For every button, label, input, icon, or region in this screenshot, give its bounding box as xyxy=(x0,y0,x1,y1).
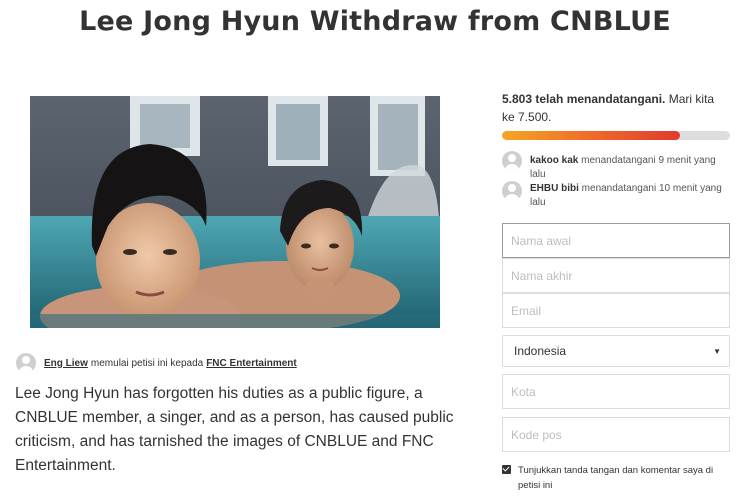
starter-name-link[interactable]: Eng Liew xyxy=(44,358,88,369)
country-select[interactable]: Indonesia ▼ xyxy=(502,335,730,367)
signature-count: 5.803 telah menandatangani. Mari kita ke… xyxy=(502,90,730,126)
email-input[interactable] xyxy=(502,293,730,328)
petition-starter: Eng Liew memulai petisi ini kepada FNC E… xyxy=(16,352,297,374)
user-avatar-icon xyxy=(502,151,522,171)
starter-text: memulai petisi ini kepada xyxy=(90,357,204,369)
signature-progress-fill xyxy=(502,131,680,140)
petition-description: Lee Jong Hyun has forgotten his duties a… xyxy=(15,385,454,474)
last-name-input[interactable] xyxy=(502,258,730,293)
country-select-value: Indonesia xyxy=(514,344,567,358)
postal-code-input[interactable] xyxy=(502,417,730,452)
petition-photo xyxy=(30,96,440,328)
checkbox-checked-icon[interactable] xyxy=(502,465,511,474)
user-avatar-icon xyxy=(16,353,36,373)
signature-count-number: 5.803 telah menandatangani. xyxy=(502,92,666,106)
recent-signer: kakoo kak menandatangani 9 menit yang la… xyxy=(502,151,732,182)
recent-signer-name: EHBU bibi xyxy=(530,183,579,194)
signature-progress-bar xyxy=(502,131,730,140)
city-input[interactable] xyxy=(502,374,730,409)
recent-signer: EHBU bibi menandatangani 10 menit yang l… xyxy=(502,181,732,210)
page-title: Lee Jong Hyun Withdraw from CNBLUE xyxy=(79,6,671,37)
show-signature-option[interactable]: Tunjukkan tanda tangan dan komentar saya… xyxy=(502,463,732,493)
petition-target-link[interactable]: FNC Entertainment xyxy=(206,358,297,369)
caret-down-icon: ▼ xyxy=(713,346,721,356)
first-name-input[interactable] xyxy=(502,223,730,258)
show-signature-label: Tunjukkan tanda tangan dan komentar saya… xyxy=(518,465,714,491)
recent-signer-name: kakoo kak xyxy=(530,155,579,166)
user-avatar-icon xyxy=(502,181,522,201)
